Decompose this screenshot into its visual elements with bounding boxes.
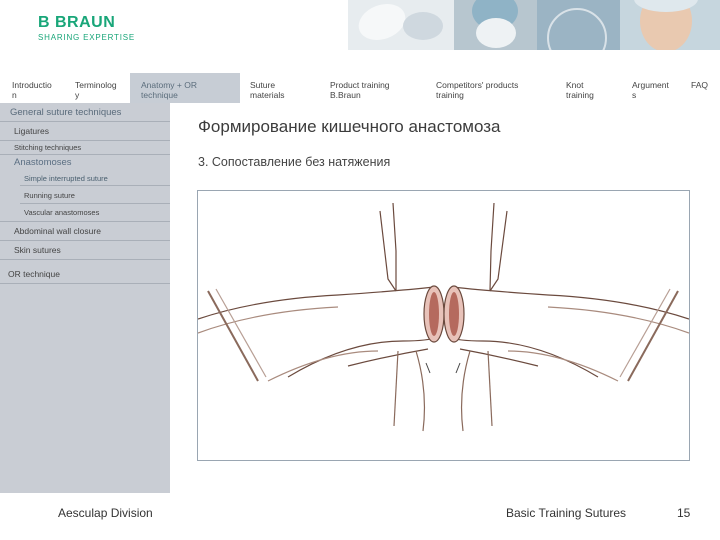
stay-sutures <box>425 362 461 374</box>
header-photo-strip <box>348 0 720 50</box>
nav-introduction[interactable]: Introductio n <box>12 80 52 100</box>
nav-anatomy-or-technique[interactable]: Anatomy + OR technique <box>130 73 240 103</box>
logo-brand: B BRAUN <box>38 14 116 31</box>
anastomosis-illustration <box>197 190 690 461</box>
footer-course: Basic Training Sutures <box>506 506 627 520</box>
sidebar-divider <box>0 240 170 241</box>
nav-label: FAQ <box>691 80 709 90</box>
nav-label: Competitors' products training <box>436 80 519 100</box>
nav-arguments[interactable]: Argument s <box>632 80 669 100</box>
footer-division: Aesculap Division <box>58 506 153 520</box>
nav-faq[interactable]: FAQ <box>691 80 708 90</box>
sidebar-divider <box>20 203 170 204</box>
photo-instrument <box>537 0 620 50</box>
sidebar-item-vascular-anastomoses[interactable]: Vascular anastomoses <box>24 208 99 217</box>
sidebar-divider <box>0 221 170 222</box>
nav-label: Knot training <box>566 80 594 100</box>
photo-nurse <box>620 0 720 50</box>
sidebar-item-abdominal-wall-closure[interactable]: Abdominal wall closure <box>14 226 101 236</box>
nav-terminology[interactable]: Terminolog y <box>75 80 117 100</box>
nav-label: Suture materials <box>250 80 285 100</box>
nav-suture-materials[interactable]: Suture materials <box>250 80 284 100</box>
sidebar-divider <box>0 121 170 122</box>
nav-label: Anatomy + OR technique <box>141 80 197 100</box>
nav-competitors-training[interactable]: Competitors' products training <box>436 80 518 100</box>
bbraun-logo: B BRAUN SHARING EXPERTISE <box>38 14 135 42</box>
right-bowel-segment <box>443 202 690 432</box>
page-subtitle: 3. Сопоставление без натяжения <box>198 155 391 169</box>
nav-label: Introductio n <box>12 80 52 100</box>
sidebar-divider <box>0 154 170 155</box>
sidebar-item-running-suture[interactable]: Running suture <box>24 191 75 200</box>
sidebar-item-or-technique[interactable]: OR technique <box>8 269 60 279</box>
photo-surgeon-mask <box>454 0 537 50</box>
sidebar: General suture techniques Ligatures Stit… <box>0 103 170 493</box>
intestine-drawing <box>197 202 690 432</box>
nav-product-training[interactable]: Product training B.Braun <box>330 80 390 100</box>
sidebar-item-skin-sutures[interactable]: Skin sutures <box>14 245 61 255</box>
top-navigation: Introductio n Terminolog y Anatomy + OR … <box>0 73 720 103</box>
sidebar-divider <box>0 283 170 284</box>
nav-label: Argument s <box>632 80 669 100</box>
photo-hand-glove <box>348 0 454 50</box>
sidebar-divider <box>0 259 170 260</box>
sidebar-item-ligatures[interactable]: Ligatures <box>14 126 49 136</box>
sidebar-item-simple-interrupted-suture[interactable]: Simple interrupted suture <box>24 174 108 183</box>
left-bowel-segment <box>197 202 445 432</box>
nav-knot-training[interactable]: Knot training <box>566 80 594 100</box>
page-number: 15 <box>677 506 691 520</box>
sidebar-heading: General suture techniques <box>0 103 170 121</box>
sidebar-item-anastomoses[interactable]: Anastomoses <box>14 157 72 168</box>
sidebar-divider <box>0 140 170 141</box>
nav-label: Terminolog y <box>75 80 117 100</box>
logo-tagline: SHARING EXPERTISE <box>38 33 136 42</box>
sidebar-divider <box>20 185 170 186</box>
nav-label: Product training B.Braun <box>330 80 390 100</box>
page-title: Формирование кишечного анастомоза <box>198 117 501 136</box>
sidebar-item-stitching-techniques[interactable]: Stitching techniques <box>14 143 81 152</box>
